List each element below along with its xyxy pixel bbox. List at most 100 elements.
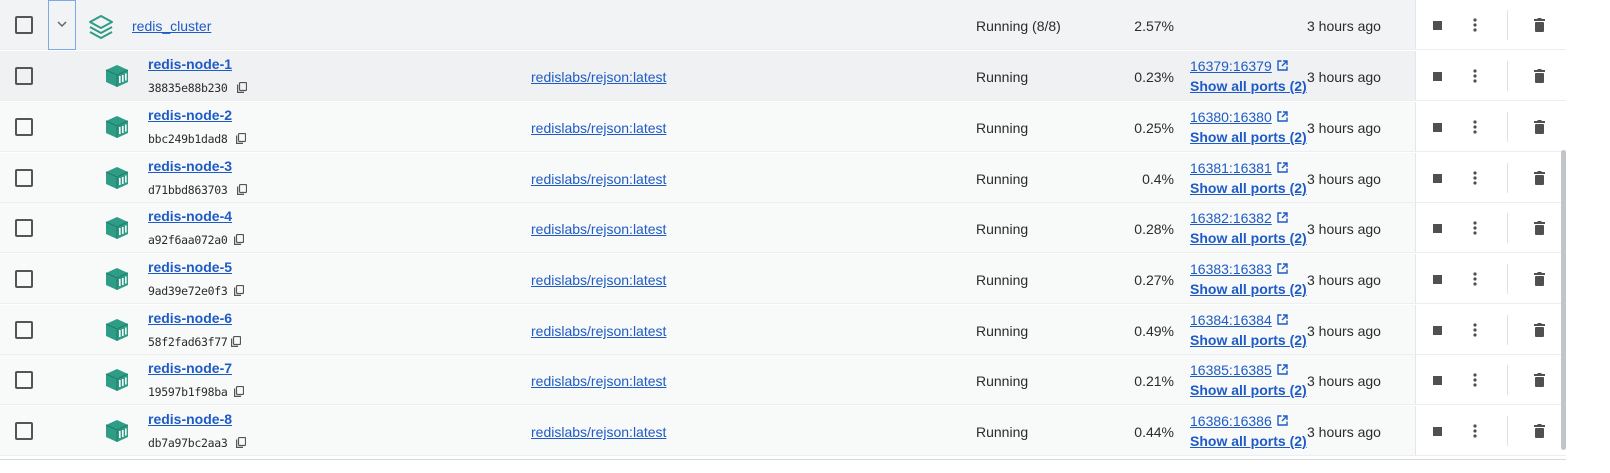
kebab-menu-icon[interactable] [1473,18,1477,32]
stop-icon[interactable] [1433,174,1442,183]
row-checkbox[interactable] [15,370,33,389]
container-icon [105,319,129,341]
container-id: d71bbd863703 [148,183,228,197]
external-link-icon[interactable] [1277,162,1288,173]
port-link[interactable]: 16380:16380 [1190,109,1272,125]
stack-icon [89,15,113,39]
container-row[interactable]: redis-node-7 19597b1f98ba redislabs/rejs… [0,355,1566,405]
port-link[interactable]: 16386:16386 [1190,413,1272,429]
image-link[interactable]: redislabs/rejson:latest [531,424,666,440]
kebab-menu-icon[interactable] [1473,373,1477,387]
image-link[interactable]: redislabs/rejson:latest [531,69,666,85]
port-link[interactable]: 16379:16379 [1190,58,1272,74]
copy-icon[interactable] [234,285,244,296]
trash-icon[interactable] [1534,69,1545,83]
stop-icon[interactable] [1433,21,1442,30]
stop-icon[interactable] [1433,123,1442,132]
container-row[interactable]: redis-node-3 d71bbd863703 redislabs/rejs… [0,153,1566,203]
container-name-link[interactable]: redis-node-3 [148,158,232,174]
external-link-icon[interactable] [1277,212,1288,223]
copy-icon[interactable] [234,386,244,397]
copy-icon[interactable] [231,336,241,347]
image-link[interactable]: redislabs/rejson:latest [531,373,666,389]
external-link-icon[interactable] [1277,60,1288,71]
trash-icon[interactable] [1534,323,1545,337]
show-all-ports-link[interactable]: Show all ports (2) [1190,180,1307,196]
trash-icon[interactable] [1534,272,1545,286]
expand-toggle[interactable] [48,0,76,50]
port-link[interactable]: 16385:16385 [1190,362,1272,378]
stop-icon[interactable] [1433,376,1442,385]
image-link[interactable]: redislabs/rejson:latest [531,120,666,136]
kebab-menu-icon[interactable] [1473,424,1477,438]
container-name-link[interactable]: redis-node-5 [148,259,232,275]
port-link[interactable]: 16384:16384 [1190,312,1272,328]
row-checkbox[interactable] [15,15,33,34]
container-row[interactable]: redis-node-6 58f2fad63f77 redislabs/rejs… [0,305,1566,355]
external-link-icon[interactable] [1277,415,1288,426]
container-name-link[interactable]: redis-node-6 [148,310,232,326]
trash-icon[interactable] [1534,18,1545,32]
container-name-link[interactable]: redis-node-7 [148,360,232,376]
trash-icon[interactable] [1534,373,1545,387]
row-checkbox[interactable] [15,168,33,187]
external-link-icon[interactable] [1277,314,1288,325]
external-link-icon[interactable] [1277,263,1288,274]
stop-icon[interactable] [1433,326,1442,335]
kebab-menu-icon[interactable] [1473,171,1477,185]
kebab-menu-icon[interactable] [1473,272,1477,286]
trash-icon[interactable] [1534,171,1545,185]
container-row[interactable]: redis-node-1 38835e88b230 redislabs/rejs… [0,51,1566,101]
container-row[interactable]: redis-node-4 a92f6aa072a0 redislabs/rejs… [0,203,1566,253]
trash-icon[interactable] [1534,221,1545,235]
external-link-icon[interactable] [1277,364,1288,375]
kebab-menu-icon[interactable] [1473,221,1477,235]
external-link-icon[interactable] [1277,111,1288,122]
port-link[interactable]: 16383:16383 [1190,261,1272,277]
container-row[interactable]: redis-node-8 db7a97bc2aa3 redislabs/rejs… [0,406,1566,456]
port-link[interactable]: 16382:16382 [1190,210,1272,226]
stop-icon[interactable] [1433,427,1442,436]
row-checkbox[interactable] [15,117,33,136]
image-link[interactable]: redislabs/rejson:latest [531,171,666,187]
image-link[interactable]: redislabs/rejson:latest [531,323,666,339]
kebab-menu-icon[interactable] [1473,69,1477,83]
container-row[interactable]: redis-node-5 9ad39e72e0f3 redislabs/rejs… [0,254,1566,304]
row-checkbox[interactable] [15,218,33,237]
container-name-link[interactable]: redis-node-4 [148,208,232,224]
kebab-menu-icon[interactable] [1473,120,1477,134]
container-name-link[interactable]: redis-node-1 [148,56,232,72]
copy-icon[interactable] [237,82,247,93]
stop-icon[interactable] [1433,275,1442,284]
copy-icon[interactable] [236,133,246,144]
show-all-ports-link[interactable]: Show all ports (2) [1190,332,1307,348]
show-all-ports-link[interactable]: Show all ports (2) [1190,129,1307,145]
row-checkbox[interactable] [15,421,33,440]
kebab-menu-icon[interactable] [1473,323,1477,337]
port-link[interactable]: 16381:16381 [1190,160,1272,176]
show-all-ports-link[interactable]: Show all ports (2) [1190,230,1307,246]
trash-icon[interactable] [1534,120,1545,134]
stop-icon[interactable] [1433,72,1442,81]
scrollbar-thumb[interactable] [1561,150,1566,450]
copy-icon[interactable] [237,184,247,195]
show-all-ports-link[interactable]: Show all ports (2) [1190,78,1307,94]
show-all-ports-link[interactable]: Show all ports (2) [1190,382,1307,398]
row-checkbox[interactable] [15,269,33,288]
image-link[interactable]: redislabs/rejson:latest [531,272,666,288]
container-name-link[interactable]: redis-node-2 [148,107,232,123]
show-all-ports-link[interactable]: Show all ports (2) [1190,281,1307,297]
container-row[interactable]: redis-node-2 bbc249b1dad8 redislabs/rejs… [0,102,1566,152]
trash-icon[interactable] [1534,424,1545,438]
group-row[interactable]: redis_cluster Running (8/8) 2.57% 3 hour… [0,0,1566,50]
container-last-started: 3 hours ago [1307,221,1381,237]
container-name-link[interactable]: redis-node-8 [148,411,232,427]
row-checkbox[interactable] [15,320,33,339]
copy-icon[interactable] [236,437,246,448]
row-checkbox[interactable] [15,66,33,85]
copy-icon[interactable] [234,234,244,245]
image-link[interactable]: redislabs/rejson:latest [531,221,666,237]
show-all-ports-link[interactable]: Show all ports (2) [1190,433,1307,449]
group-name-link[interactable]: redis_cluster [132,18,211,34]
stop-icon[interactable] [1433,224,1442,233]
